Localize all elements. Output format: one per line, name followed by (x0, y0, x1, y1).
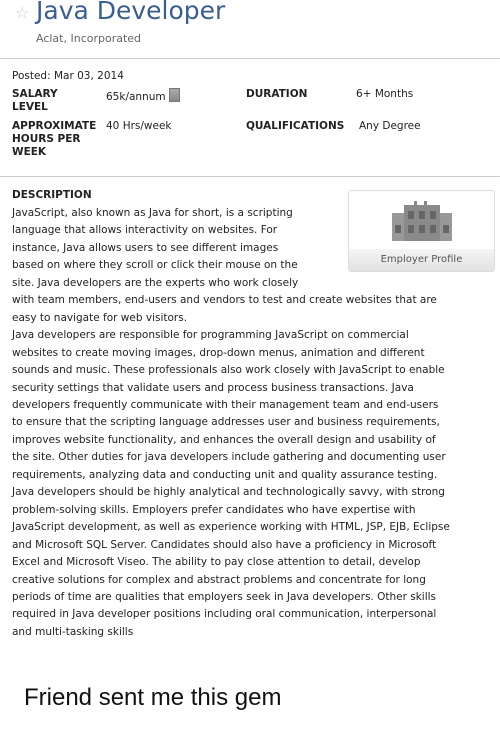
salary-value: 65k/annum (106, 88, 180, 103)
description-line: Java developers are responsible for prog… (12, 329, 409, 342)
description-line: JavaScript development, as well as exper… (12, 521, 450, 534)
description-line: required in Java developer positions inc… (12, 608, 437, 621)
qualifications-label: QUALIFICATIONS (246, 120, 345, 132)
description-line: security settings that validate users an… (12, 381, 414, 394)
description-line: problem-solving skills. Employers prefer… (12, 503, 416, 516)
description-line: improves website functionality, and enha… (12, 433, 436, 446)
description-line: sounds and music. These professionals al… (12, 364, 445, 377)
description-line: developers frequently communicate with t… (12, 398, 439, 411)
description-line: the site. Other duties for java develope… (12, 451, 446, 464)
job-title: Java Developer (36, 0, 226, 25)
favorite-star-icon[interactable]: ☆ (15, 3, 29, 22)
description-line: periods of time are qualities that emplo… (12, 590, 437, 603)
company-name[interactable]: Aclat, Incorporated (36, 32, 141, 45)
description-heading: DESCRIPTION (12, 189, 92, 201)
description-line: to ensure that the scripting language ad… (12, 416, 440, 429)
description-line: Excel and Microsoft Viseo. The ability t… (12, 556, 421, 569)
duration-label: DURATION (246, 88, 308, 100)
qualifications-value: Any Degree (359, 120, 421, 132)
caption: Friend sent me this gem (24, 684, 282, 711)
building-icon (392, 201, 452, 241)
description-line: easy to navigate for web visitors. (12, 311, 188, 324)
description-line: Java developers should be highly analyti… (12, 486, 445, 499)
description-line: with team members, end-users and vendors… (12, 294, 437, 307)
posted-date: Posted: Mar 03, 2014 (12, 70, 124, 82)
calculator-icon[interactable] (168, 88, 180, 102)
hours-label: APPROXIMATE HOURS PER WEEK (12, 120, 97, 158)
duration-value: 6+ Months (356, 88, 414, 100)
divider (0, 176, 500, 177)
employer-profile-button[interactable]: Employer Profile (348, 190, 495, 272)
description-line: creative solutions for complex and abstr… (12, 573, 426, 586)
description-line: and Microsoft SQL Server. Candidates sho… (12, 538, 437, 551)
description-line: site. Java developers are the experts wh… (12, 276, 299, 289)
salary-text: 65k/annum (106, 91, 166, 103)
description-line: websites to create moving images, drop-d… (12, 346, 425, 359)
description-line: requirements, analyzing data and conduct… (12, 468, 438, 481)
description-line: and multi-tasking skills (12, 625, 134, 638)
hours-value: 40 Hrs/week (106, 120, 172, 132)
salary-label: SALARY LEVEL (12, 88, 58, 113)
divider (0, 58, 500, 59)
employer-profile-label: Employer Profile (349, 249, 494, 271)
